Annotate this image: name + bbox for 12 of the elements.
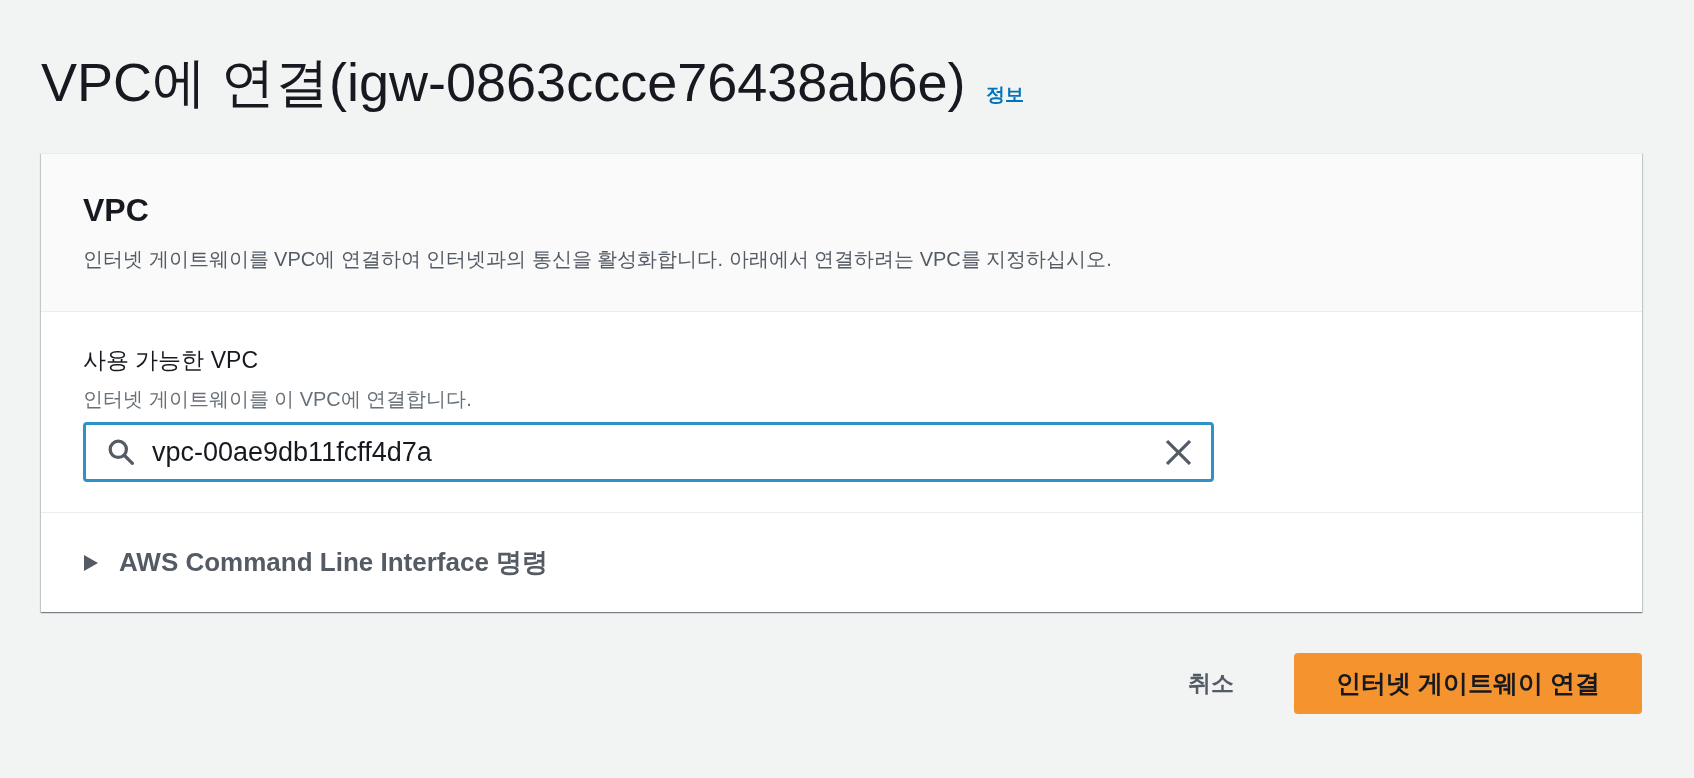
search-field[interactable]: vpc-00ae9db11fcff4d7a: [83, 422, 1214, 482]
cancel-button[interactable]: 취소: [1168, 652, 1254, 715]
page-title: VPC에 연결(igw-0863ccce76438ab6e): [41, 51, 966, 114]
attach-button[interactable]: 인터넷 게이트웨이 연결: [1294, 653, 1642, 714]
search-icon: [108, 439, 134, 465]
field-label: 사용 가능한 VPC: [83, 346, 260, 375]
info-link[interactable]: 정보: [986, 82, 1025, 108]
cli-expander[interactable]: AWS Command Line Interface 명령: [84, 545, 549, 580]
close-icon[interactable]: [1166, 439, 1191, 465]
section-description: 인터넷 게이트웨이를 VPC에 연결하여 인터넷과의 통신을 활성화합니다. 아래에서 연결하려는 VPC를 지정하십시오.: [83, 247, 1113, 272]
section-title: VPC: [83, 191, 150, 229]
field-description: 인터넷 게이트웨이를 이 VPC에 연결합니다.: [83, 387, 473, 412]
